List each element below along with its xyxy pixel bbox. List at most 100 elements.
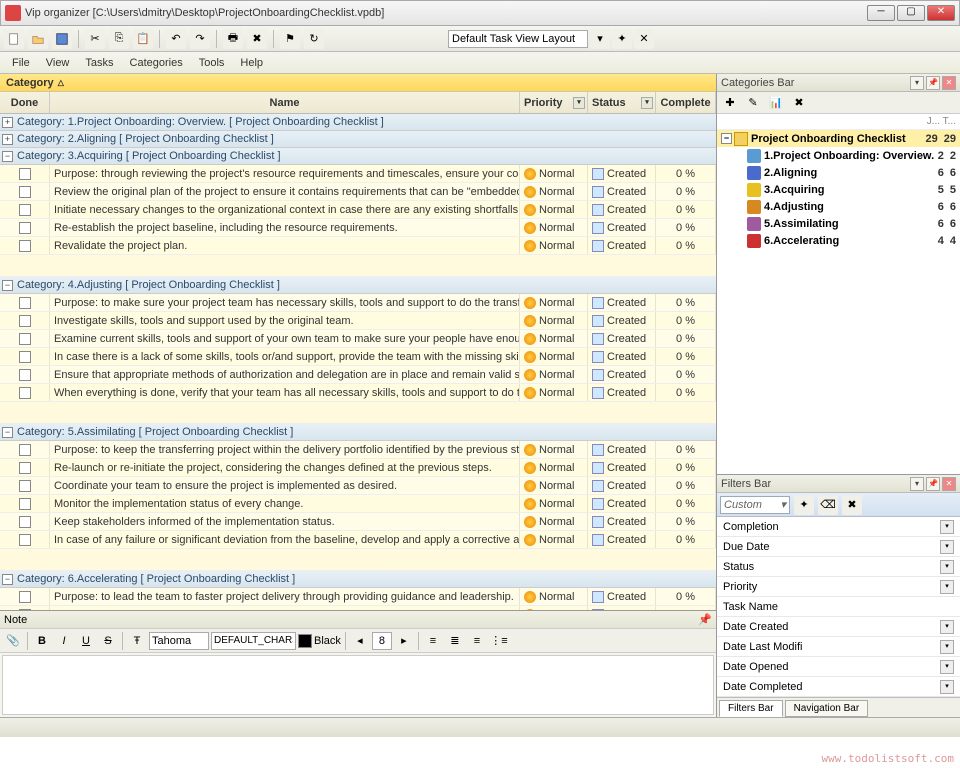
col-complete[interactable]: Complete bbox=[656, 92, 716, 113]
task-row[interactable]: Purpose: through reviewing the project's… bbox=[0, 165, 716, 183]
font-name-input[interactable] bbox=[149, 632, 209, 650]
font-picker-icon[interactable]: Ŧ bbox=[127, 631, 147, 651]
done-checkbox[interactable] bbox=[19, 591, 31, 603]
group-row[interactable]: −Category: 3.Acquiring [ Project Onboard… bbox=[0, 148, 716, 165]
tree-root[interactable]: −Project Onboarding Checklist2929 bbox=[717, 130, 960, 147]
filter-apply-icon[interactable]: ✦ bbox=[794, 495, 814, 515]
underline-icon[interactable]: U bbox=[76, 631, 96, 651]
task-row[interactable]: Coordinate your team to ensure the proje… bbox=[0, 477, 716, 495]
open-icon[interactable] bbox=[28, 29, 48, 49]
layout-dropdown-icon[interactable]: ▾ bbox=[590, 29, 610, 49]
tree-item[interactable]: 1.Project Onboarding: Overview.22 bbox=[717, 147, 960, 164]
panel-close-icon[interactable]: ✕ bbox=[942, 76, 956, 90]
task-row[interactable]: Review the original plan of the project … bbox=[0, 183, 716, 201]
filter-delete-icon[interactable]: ✖ bbox=[842, 495, 862, 515]
done-checkbox[interactable] bbox=[19, 480, 31, 492]
expand-toggle-icon[interactable]: − bbox=[2, 151, 13, 162]
menu-help[interactable]: Help bbox=[232, 54, 271, 72]
tree-item[interactable]: 2.Aligning66 bbox=[717, 164, 960, 181]
filter-row[interactable]: Due Date▾ bbox=[717, 537, 960, 557]
panel-pin-icon[interactable]: 📌 bbox=[926, 76, 940, 90]
task-row[interactable]: In case there is a lack of some skills, … bbox=[0, 348, 716, 366]
panel-menu-icon[interactable]: ▾ bbox=[910, 76, 924, 90]
filter-icon[interactable]: ⚑ bbox=[280, 29, 300, 49]
task-row[interactable]: Ensure that appropriate methods of autho… bbox=[0, 366, 716, 384]
task-row[interactable]: When everything is done, verify that you… bbox=[0, 384, 716, 402]
expand-toggle-icon[interactable]: − bbox=[2, 280, 13, 291]
minimize-button[interactable]: ─ bbox=[867, 5, 895, 21]
task-row[interactable]: Purpose: to make sure your project team … bbox=[0, 294, 716, 312]
group-row[interactable]: −Category: 6.Accelerating [ Project Onbo… bbox=[0, 571, 716, 588]
task-row[interactable]: In case of any failure or significant de… bbox=[0, 531, 716, 549]
tab-navigation[interactable]: Navigation Bar bbox=[785, 700, 869, 717]
tool-wand-icon[interactable]: ✦ bbox=[612, 29, 632, 49]
panel-pin-icon[interactable]: 📌 bbox=[926, 477, 940, 491]
filter-row[interactable]: Date Opened▾ bbox=[717, 657, 960, 677]
filter-preset-select[interactable]: Custom▾ bbox=[720, 496, 790, 514]
done-checkbox[interactable] bbox=[19, 168, 31, 180]
dropdown-icon[interactable]: ▾ bbox=[940, 620, 954, 634]
delete-icon[interactable]: ✖ bbox=[247, 29, 267, 49]
done-checkbox[interactable] bbox=[19, 351, 31, 363]
bold-icon[interactable]: B bbox=[32, 631, 52, 651]
task-row[interactable]: Examine current skills, tools and suppor… bbox=[0, 330, 716, 348]
filter-row[interactable]: Date Completed▾ bbox=[717, 677, 960, 697]
done-checkbox[interactable] bbox=[19, 387, 31, 399]
undo-icon[interactable]: ↶ bbox=[166, 29, 186, 49]
task-row[interactable]: Revalidate the project plan.NormalCreate… bbox=[0, 237, 716, 255]
done-checkbox[interactable] bbox=[19, 516, 31, 528]
done-checkbox[interactable] bbox=[19, 297, 31, 309]
group-row[interactable]: +Category: 2.Aligning [ Project Onboardi… bbox=[0, 131, 716, 148]
filter-row[interactable]: Status▾ bbox=[717, 557, 960, 577]
dropdown-icon[interactable]: ▾ bbox=[573, 97, 585, 109]
layout-select[interactable] bbox=[448, 30, 588, 48]
save-icon[interactable] bbox=[52, 29, 72, 49]
dropdown-icon[interactable]: ▾ bbox=[940, 540, 954, 554]
cat-new-icon[interactable]: ✚ bbox=[720, 93, 740, 113]
panel-menu-icon[interactable]: ▾ bbox=[910, 477, 924, 491]
group-by-bar[interactable]: Category △ bbox=[0, 74, 716, 92]
dropdown-icon[interactable]: ▾ bbox=[940, 660, 954, 674]
expand-toggle-icon[interactable]: + bbox=[2, 134, 13, 145]
group-row[interactable]: −Category: 4.Adjusting [ Project Onboard… bbox=[0, 277, 716, 294]
done-checkbox[interactable] bbox=[19, 222, 31, 234]
tree-item[interactable]: 3.Acquiring55 bbox=[717, 181, 960, 198]
col-name[interactable]: Name bbox=[50, 92, 520, 113]
print-icon[interactable]: 🖶 bbox=[223, 29, 243, 49]
tab-filters[interactable]: Filters Bar bbox=[719, 700, 783, 717]
expand-toggle-icon[interactable]: + bbox=[2, 117, 13, 128]
filter-row[interactable]: Date Last Modifi▾ bbox=[717, 637, 960, 657]
refresh-icon[interactable]: ↻ bbox=[304, 29, 324, 49]
task-row[interactable]: Re-establish the project baseline, inclu… bbox=[0, 219, 716, 237]
task-row[interactable]: Purpose: to keep the transferring projec… bbox=[0, 441, 716, 459]
filter-row[interactable]: Task Name bbox=[717, 597, 960, 617]
note-editor[interactable] bbox=[2, 655, 714, 715]
dropdown-icon[interactable]: ▾ bbox=[940, 680, 954, 694]
close-button[interactable]: ✕ bbox=[927, 5, 955, 21]
done-checkbox[interactable] bbox=[19, 333, 31, 345]
charset-input[interactable] bbox=[211, 632, 296, 650]
dropdown-icon[interactable]: ▾ bbox=[940, 640, 954, 654]
done-checkbox[interactable] bbox=[19, 534, 31, 546]
done-checkbox[interactable] bbox=[19, 204, 31, 216]
paste-icon[interactable]: 📋 bbox=[133, 29, 153, 49]
done-checkbox[interactable] bbox=[19, 315, 31, 327]
task-row[interactable]: Re-launch or re-initiate the project, co… bbox=[0, 459, 716, 477]
task-row[interactable]: Investigate skills, tools and support us… bbox=[0, 312, 716, 330]
collapse-icon[interactable]: − bbox=[721, 133, 732, 144]
cat-edit-icon[interactable]: ✎ bbox=[743, 93, 763, 113]
task-row[interactable]: Monitor the implementation status of eve… bbox=[0, 495, 716, 513]
menu-file[interactable]: File bbox=[4, 54, 38, 72]
maximize-button[interactable]: ▢ bbox=[897, 5, 925, 21]
dropdown-icon[interactable]: ▾ bbox=[641, 97, 653, 109]
color-swatch[interactable] bbox=[298, 634, 312, 648]
cut-icon[interactable]: ✂ bbox=[85, 29, 105, 49]
col-status[interactable]: Status▾ bbox=[588, 92, 656, 113]
align-left-icon[interactable]: ≡ bbox=[423, 631, 443, 651]
dropdown-icon[interactable]: ▾ bbox=[940, 560, 954, 574]
cat-chart-icon[interactable]: 📊 bbox=[766, 93, 786, 113]
menu-view[interactable]: View bbox=[38, 54, 78, 72]
font-size-input[interactable] bbox=[372, 632, 392, 650]
italic-icon[interactable]: I bbox=[54, 631, 74, 651]
pin-icon[interactable]: 📌 bbox=[698, 613, 712, 626]
